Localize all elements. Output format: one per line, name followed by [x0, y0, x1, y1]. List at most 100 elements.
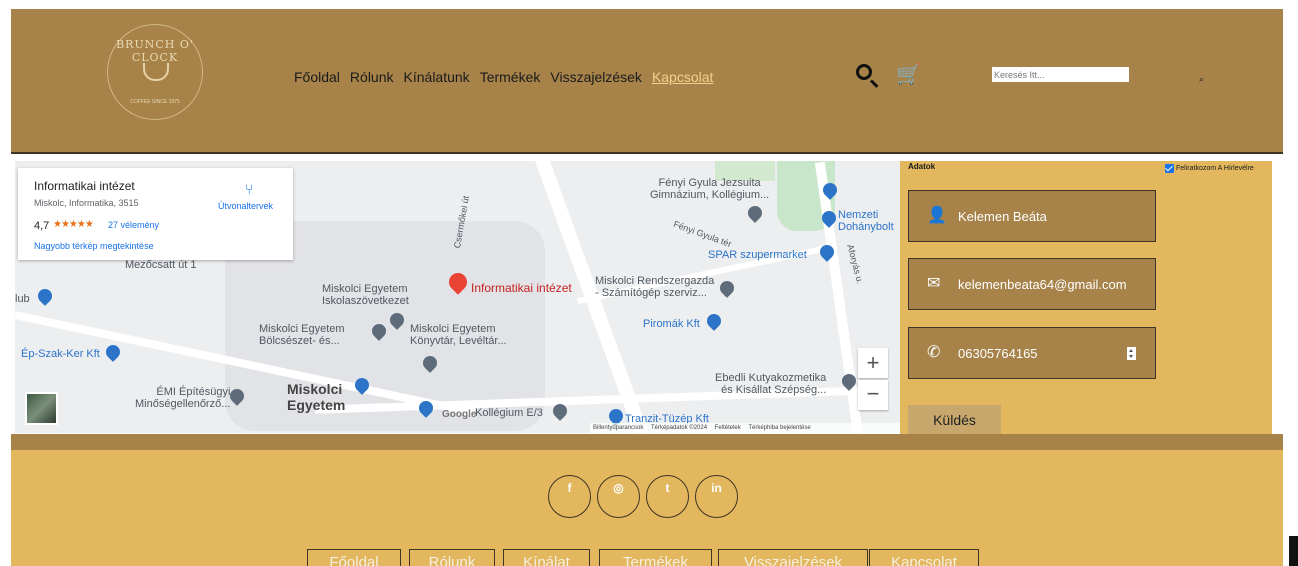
map-label-iskolaszovetkezet[interactable]: Miskolci Egyetem Iskolaszövetkezet [322, 283, 409, 307]
map-label-emi[interactable]: ÉMI Építésügyi Minőségellenőrző... [135, 386, 230, 410]
keyboard-shortcuts-link[interactable]: Billentyűparancsok [593, 425, 643, 431]
place-address: Miskolc, Informatika, 3515 [34, 198, 139, 208]
satellite-layer-toggle[interactable] [25, 392, 58, 425]
map-label-bolcseszet[interactable]: Miskolci Egyetem Bölcsészet- és... [259, 323, 345, 347]
map-label-text: Nemzeti [838, 209, 879, 221]
newsletter-option[interactable]: Feliratkozom A Hírlevélre [1165, 164, 1254, 173]
twitter-icon: t [665, 481, 670, 495]
footer-link-feedback[interactable]: Visszajelzések [718, 549, 868, 566]
footer-divider [11, 434, 1283, 450]
directions-link[interactable]: Útvonaltervek [218, 201, 273, 211]
map-label-miskolci-egyetem[interactable]: Miskolci Egyetem [287, 381, 345, 413]
coffee-cup-icon [143, 63, 169, 81]
logo-text-top: BRUNCH O' CLOCK [116, 38, 194, 64]
contact-form: Adatok Feliratkozom A Hírlevélre 👤 Kelem… [900, 161, 1272, 434]
phone-field[interactable]: ✆ 06305764165 [908, 327, 1156, 379]
user-icon: 👤 [927, 207, 947, 224]
send-button[interactable]: Küldés [908, 405, 1001, 434]
site-header: BRUNCH O' CLOCK COFFEE SINCE 1975 Főolda… [11, 9, 1283, 152]
nav-item-contact[interactable]: Kapcsolat [652, 69, 713, 85]
map-label-gimnazium[interactable]: Fényi Gyula Jezsuita Gimnázium, Kollégiu… [650, 177, 769, 201]
newsletter-checkbox[interactable] [1165, 164, 1174, 173]
email-field[interactable]: ✉ kelemenbeata64@gmail.com [908, 258, 1156, 310]
nav-item-products[interactable]: Termékek [480, 69, 541, 85]
site-footer: f ◎ t in Főoldal Rólunk Kínálat Termékek… [11, 450, 1283, 566]
map-label-text: ÉMI Építésügyi [156, 386, 231, 398]
map-label-piromak[interactable]: Piromák Kft [643, 318, 700, 330]
footer-link-products[interactable]: Termékek [599, 549, 712, 566]
twitter-link[interactable]: t [646, 475, 689, 518]
footer-link-offer[interactable]: Kínálat [503, 549, 590, 566]
terms-link[interactable]: Feltételek [715, 425, 741, 431]
map-label-text: Miskolci Rendszergazda [595, 275, 715, 287]
directions-icon[interactable]: ⑂ [245, 181, 253, 197]
map-label-dohanybolt[interactable]: Nemzeti Dohánybolt [838, 209, 894, 233]
envelope-icon: ✉ [927, 275, 941, 292]
linkedin-link[interactable]: in [695, 475, 738, 518]
map-label-spar[interactable]: SPAR szupermarket [708, 249, 807, 261]
newsletter-label: Feliratkozom A Hírlevélre [1176, 165, 1254, 172]
map-label-text: Minőségellenőrző... [135, 398, 231, 410]
map-label-text: Ebedli Kutyakozmetika [715, 372, 827, 384]
place-rating: 4,7 [34, 220, 50, 232]
zoom-out-button[interactable]: − [858, 380, 888, 410]
map-label-konyvtar[interactable]: Miskolci Egyetem Könyvtár, Levéltár... [410, 323, 507, 347]
map-label-text: - Számítógép szerviz... [595, 287, 707, 299]
page: BRUNCH O' CLOCK COFFEE SINCE 1975 Főolda… [0, 0, 1298, 566]
map-label-text: Egyetem [287, 397, 346, 413]
map-data-text: Térképadatok ©2024 [650, 425, 708, 431]
map-label-text: Miskolci Egyetem [410, 323, 496, 335]
location-pin-label[interactable]: Informatikai intézet [471, 281, 572, 295]
logo-text-bottom: COFFEE SINCE 1975 [130, 99, 180, 105]
brand-logo[interactable]: BRUNCH O' CLOCK COFFEE SINCE 1975 [107, 24, 203, 120]
shop-pin-icon[interactable] [35, 286, 55, 306]
instagram-link[interactable]: ◎ [597, 475, 640, 518]
search-button-icon: ⌕ [1199, 74, 1205, 84]
shop-pin-icon[interactable] [103, 342, 123, 362]
instagram-icon: ◎ [613, 481, 624, 495]
map-street-label: Aforyás u. [845, 243, 866, 285]
map-label-ep-szak-ker[interactable]: Ép-Szak-Ker Kft [21, 348, 100, 360]
map-street-label: Fényi Gyula tér [672, 218, 733, 250]
map-label-kollegium[interactable]: Kollégium E/3 [475, 407, 543, 419]
map-label-text: Fényi Gyula Jezsuita [658, 177, 761, 189]
facebook-icon: f [567, 481, 572, 495]
footer-link-home[interactable]: Főoldal [307, 549, 401, 566]
map-label-text: és Kisállat Szépség... [721, 384, 827, 396]
cart-icon[interactable]: 🛒 [896, 65, 921, 85]
name-value: Kelemen Beáta [958, 209, 1047, 224]
footer-link-about[interactable]: Rólunk [409, 549, 495, 566]
search-input[interactable] [992, 67, 1129, 82]
map-label-rendszergazda[interactable]: Miskolci Rendszergazda - Számítógép szer… [595, 275, 714, 299]
number-spinner-icon[interactable] [1127, 347, 1136, 360]
name-field[interactable]: 👤 Kelemen Beáta [908, 190, 1156, 242]
report-map-error-link[interactable]: Térképhiba bejelentése [748, 425, 810, 431]
phone-value: 06305764165 [958, 346, 1038, 361]
form-title: Adatok [908, 162, 936, 171]
email-value: kelemenbeata64@gmail.com [958, 277, 1127, 292]
map-label-mezocsat: Mezőcsatt út 1 [125, 259, 197, 271]
map-label-ebedli[interactable]: Ebedli Kutyakozmetika és Kisállat Szépsé… [715, 372, 826, 396]
larger-map-link[interactable]: Nagyobb térkép megtekintése [34, 241, 154, 251]
footer-link-contact[interactable]: Kapcsolat [869, 549, 979, 566]
facebook-link[interactable]: f [548, 475, 591, 518]
nav-item-about[interactable]: Rólunk [350, 69, 394, 85]
shop-pin-icon[interactable] [704, 311, 724, 331]
nav-item-offer[interactable]: Kínálatunk [404, 69, 470, 85]
search-icon[interactable] [856, 64, 872, 80]
place-info-card: Informatikai intézet Miskolc, Informatik… [18, 168, 293, 260]
map-label-text: Iskolaszövetkezet [322, 295, 409, 307]
embedded-map[interactable]: Fényi Gyula Jezsuita Gimnázium, Kollégiu… [15, 161, 900, 433]
map-label-text: Miskolci Egyetem [322, 283, 408, 295]
reviews-link[interactable]: 27 vélemény [108, 220, 159, 230]
map-label-text: Bölcsészet- és... [259, 335, 340, 347]
zoom-in-button[interactable]: + [858, 348, 888, 378]
nav-item-feedback[interactable]: Visszajelzések [550, 69, 642, 85]
scrollbar-thumb[interactable] [1289, 536, 1298, 566]
school-pin-icon[interactable] [745, 203, 765, 223]
place-name: Informatikai intézet [34, 179, 135, 193]
computer-service-pin-icon[interactable] [717, 278, 737, 298]
header-divider [11, 152, 1283, 154]
search-button[interactable]: ⌕ [1199, 74, 1209, 88]
nav-item-home[interactable]: Főoldal [294, 69, 340, 85]
